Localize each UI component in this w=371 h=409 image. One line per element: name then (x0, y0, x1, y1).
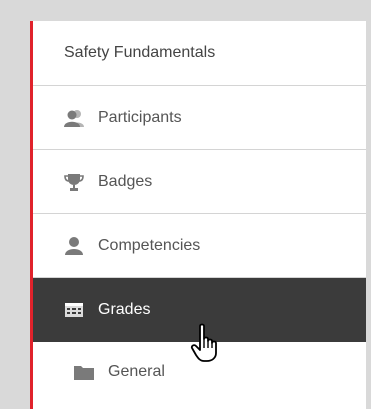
user-icon (63, 236, 85, 256)
hand-pointer-cursor-icon (190, 323, 224, 363)
trophy-icon (63, 172, 85, 192)
course-title-label: Safety Fundamentals (64, 44, 216, 61)
table-icon (63, 300, 85, 320)
nav-item-label: Competencies (98, 236, 201, 254)
course-title-link[interactable]: Safety Fundamentals (33, 21, 366, 86)
nav-item-participants[interactable]: Participants (33, 86, 366, 150)
nav-item-label: General (108, 363, 165, 380)
folder-icon (73, 362, 95, 382)
nav-item-label: Badges (98, 172, 153, 190)
nav-item-competencies[interactable]: Competencies (33, 214, 366, 278)
nav-item-badges[interactable]: Badges (33, 150, 366, 214)
nav-item-label: Participants (98, 108, 182, 126)
nav-item-label: Grades (98, 300, 151, 318)
participants-icon (63, 108, 85, 128)
